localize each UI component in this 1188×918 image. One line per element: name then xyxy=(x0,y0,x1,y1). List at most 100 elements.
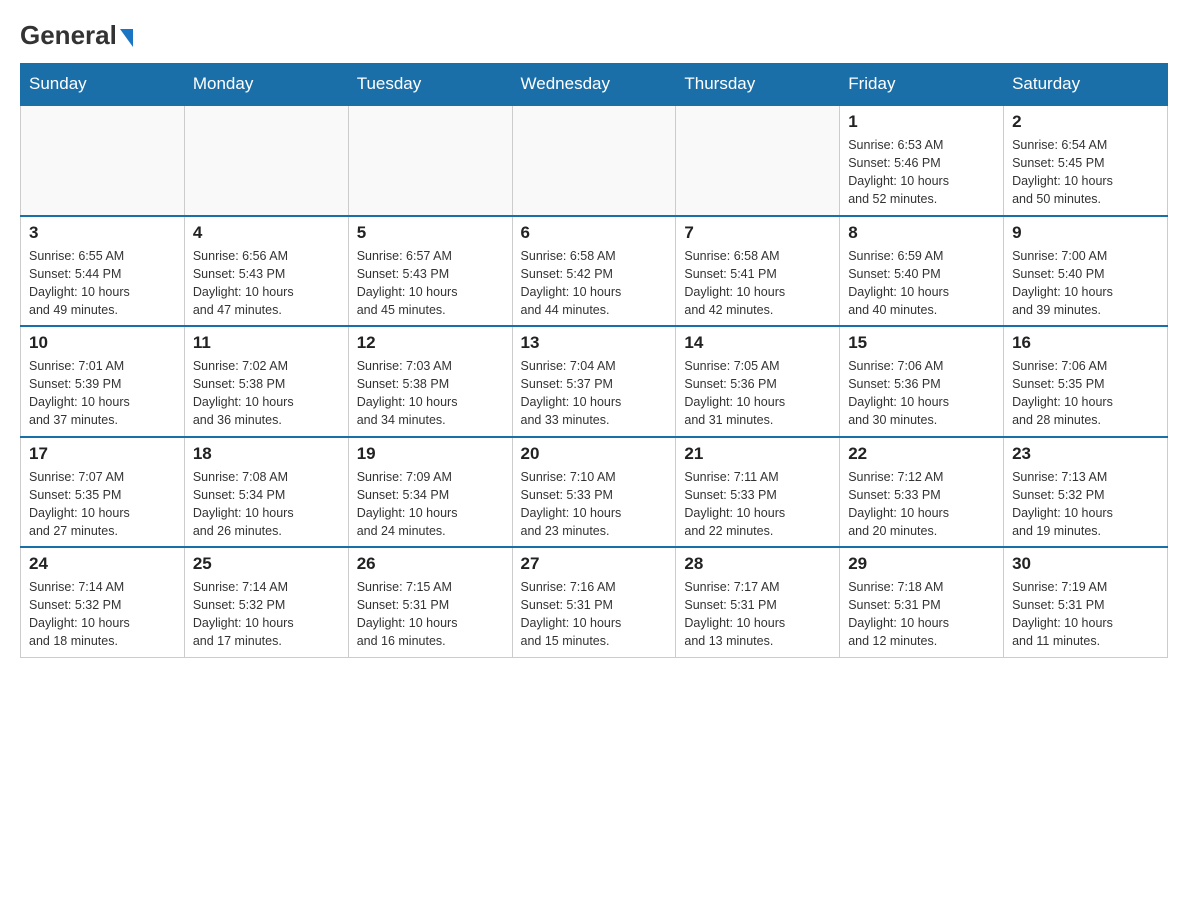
day-info: Sunrise: 7:01 AM Sunset: 5:39 PM Dayligh… xyxy=(29,357,176,430)
day-number: 21 xyxy=(684,444,831,464)
weekday-header-tuesday: Tuesday xyxy=(348,64,512,106)
week-row-1: 1Sunrise: 6:53 AM Sunset: 5:46 PM Daylig… xyxy=(21,105,1168,216)
calendar-cell xyxy=(348,105,512,216)
day-number: 18 xyxy=(193,444,340,464)
calendar-cell: 26 Sunrise: 7:15 AM Sunset: 5:31 PM Dayli… xyxy=(348,547,512,657)
day-info: Sunrise: 6:55 AM Sunset: 5:44 PM Dayligh… xyxy=(29,247,176,320)
day-number: 16 xyxy=(1012,333,1159,353)
calendar-cell: 13 Sunrise: 7:04 AM Sunset: 5:37 PM Dayli… xyxy=(512,326,676,437)
calendar-cell: 11Sunrise: 7:02 AM Sunset: 5:38 PM Dayli… xyxy=(184,326,348,437)
calendar-cell xyxy=(512,105,676,216)
calendar-cell: 25 Sunrise: 7:14 AM Sunset: 5:32 PM Dayli… xyxy=(184,547,348,657)
calendar-cell: 27 Sunrise: 7:16 AM Sunset: 5:31 PM Dayli… xyxy=(512,547,676,657)
day-number: 11 xyxy=(193,333,340,353)
calendar-cell: 18 Sunrise: 7:08 AM Sunset: 5:34 PM Dayli… xyxy=(184,437,348,548)
calendar-cell xyxy=(21,105,185,216)
calendar-cell: 6 Sunrise: 6:58 AM Sunset: 5:42 PM Daylig… xyxy=(512,216,676,327)
day-info: Sunrise: 6:59 AM Sunset: 5:40 PM Dayligh… xyxy=(848,247,995,320)
calendar-cell xyxy=(676,105,840,216)
day-info: Sunrise: 7:15 AM Sunset: 5:31 PM Dayligh… xyxy=(357,578,504,651)
calendar-cell: 10 Sunrise: 7:01 AM Sunset: 5:39 PM Dayli… xyxy=(21,326,185,437)
day-number: 28 xyxy=(684,554,831,574)
calendar-cell: 8 Sunrise: 6:59 AM Sunset: 5:40 PM Daylig… xyxy=(840,216,1004,327)
day-info: Sunrise: 6:58 AM Sunset: 5:42 PM Dayligh… xyxy=(521,247,668,320)
day-number: 13 xyxy=(521,333,668,353)
week-row-3: 10 Sunrise: 7:01 AM Sunset: 5:39 PM Dayli… xyxy=(21,326,1168,437)
day-number: 15 xyxy=(848,333,995,353)
calendar-cell: 1Sunrise: 6:53 AM Sunset: 5:46 PM Daylig… xyxy=(840,105,1004,216)
day-info: Sunrise: 7:09 AM Sunset: 5:34 PM Dayligh… xyxy=(357,468,504,541)
week-row-5: 24 Sunrise: 7:14 AM Sunset: 5:32 PM Dayli… xyxy=(21,547,1168,657)
day-number: 27 xyxy=(521,554,668,574)
day-info: Sunrise: 6:58 AM Sunset: 5:41 PM Dayligh… xyxy=(684,247,831,320)
day-number: 30 xyxy=(1012,554,1159,574)
day-info: Sunrise: 7:11 AM Sunset: 5:33 PM Dayligh… xyxy=(684,468,831,541)
day-info: Sunrise: 6:57 AM Sunset: 5:43 PM Dayligh… xyxy=(357,247,504,320)
logo-triangle-icon xyxy=(120,29,133,47)
day-info: Sunrise: 7:07 AM Sunset: 5:35 PM Dayligh… xyxy=(29,468,176,541)
calendar-table: SundayMondayTuesdayWednesdayThursdayFrid… xyxy=(20,63,1168,658)
day-info: Sunrise: 7:13 AM Sunset: 5:32 PM Dayligh… xyxy=(1012,468,1159,541)
day-info: Sunrise: 7:17 AM Sunset: 5:31 PM Dayligh… xyxy=(684,578,831,651)
day-number: 12 xyxy=(357,333,504,353)
week-row-2: 3Sunrise: 6:55 AM Sunset: 5:44 PM Daylig… xyxy=(21,216,1168,327)
calendar-cell: 4 Sunrise: 6:56 AM Sunset: 5:43 PM Daylig… xyxy=(184,216,348,327)
day-info: Sunrise: 7:18 AM Sunset: 5:31 PM Dayligh… xyxy=(848,578,995,651)
calendar-cell: 21 Sunrise: 7:11 AM Sunset: 5:33 PM Dayli… xyxy=(676,437,840,548)
day-info: Sunrise: 7:12 AM Sunset: 5:33 PM Dayligh… xyxy=(848,468,995,541)
day-number: 19 xyxy=(357,444,504,464)
day-info: Sunrise: 7:06 AM Sunset: 5:35 PM Dayligh… xyxy=(1012,357,1159,430)
day-number: 26 xyxy=(357,554,504,574)
calendar-cell: 28 Sunrise: 7:17 AM Sunset: 5:31 PM Dayli… xyxy=(676,547,840,657)
day-number: 22 xyxy=(848,444,995,464)
calendar-cell: 5 Sunrise: 6:57 AM Sunset: 5:43 PM Daylig… xyxy=(348,216,512,327)
day-info: Sunrise: 7:14 AM Sunset: 5:32 PM Dayligh… xyxy=(193,578,340,651)
day-number: 29 xyxy=(848,554,995,574)
day-info: Sunrise: 7:03 AM Sunset: 5:38 PM Dayligh… xyxy=(357,357,504,430)
calendar-cell: 22 Sunrise: 7:12 AM Sunset: 5:33 PM Dayli… xyxy=(840,437,1004,548)
day-info: Sunrise: 7:08 AM Sunset: 5:34 PM Dayligh… xyxy=(193,468,340,541)
page-header: General xyxy=(20,20,1168,47)
day-number: 8 xyxy=(848,223,995,243)
calendar-cell: 24Sunrise: 7:14 AM Sunset: 5:32 PM Dayli… xyxy=(21,547,185,657)
day-number: 14 xyxy=(684,333,831,353)
calendar-cell: 20Sunrise: 7:10 AM Sunset: 5:33 PM Dayli… xyxy=(512,437,676,548)
day-number: 4 xyxy=(193,223,340,243)
calendar-cell: 9 Sunrise: 7:00 AM Sunset: 5:40 PM Daylig… xyxy=(1004,216,1168,327)
calendar-cell: 12 Sunrise: 7:03 AM Sunset: 5:38 PM Dayli… xyxy=(348,326,512,437)
calendar-cell: 7 Sunrise: 6:58 AM Sunset: 5:41 PM Daylig… xyxy=(676,216,840,327)
weekday-header-monday: Monday xyxy=(184,64,348,106)
day-info: Sunrise: 7:16 AM Sunset: 5:31 PM Dayligh… xyxy=(521,578,668,651)
day-number: 6 xyxy=(521,223,668,243)
calendar-cell xyxy=(184,105,348,216)
weekday-header-friday: Friday xyxy=(840,64,1004,106)
day-number: 7 xyxy=(684,223,831,243)
day-number: 10 xyxy=(29,333,176,353)
day-info: Sunrise: 7:19 AM Sunset: 5:31 PM Dayligh… xyxy=(1012,578,1159,651)
day-info: Sunrise: 6:56 AM Sunset: 5:43 PM Dayligh… xyxy=(193,247,340,320)
day-number: 25 xyxy=(193,554,340,574)
day-info: Sunrise: 7:05 AM Sunset: 5:36 PM Dayligh… xyxy=(684,357,831,430)
logo: General xyxy=(20,20,133,47)
calendar-cell: 30 Sunrise: 7:19 AM Sunset: 5:31 PM Dayli… xyxy=(1004,547,1168,657)
logo-general: General xyxy=(20,20,117,51)
week-row-4: 17 Sunrise: 7:07 AM Sunset: 5:35 PM Dayli… xyxy=(21,437,1168,548)
weekday-header-saturday: Saturday xyxy=(1004,64,1168,106)
calendar-cell: 19 Sunrise: 7:09 AM Sunset: 5:34 PM Dayli… xyxy=(348,437,512,548)
day-number: 17 xyxy=(29,444,176,464)
day-number: 24 xyxy=(29,554,176,574)
day-info: Sunrise: 7:00 AM Sunset: 5:40 PM Dayligh… xyxy=(1012,247,1159,320)
weekday-header-thursday: Thursday xyxy=(676,64,840,106)
weekday-header-sunday: Sunday xyxy=(21,64,185,106)
calendar-cell: 15 Sunrise: 7:06 AM Sunset: 5:36 PM Dayli… xyxy=(840,326,1004,437)
day-number: 5 xyxy=(357,223,504,243)
day-info: Sunrise: 7:06 AM Sunset: 5:36 PM Dayligh… xyxy=(848,357,995,430)
calendar-cell: 17 Sunrise: 7:07 AM Sunset: 5:35 PM Dayli… xyxy=(21,437,185,548)
calendar-cell: 23Sunrise: 7:13 AM Sunset: 5:32 PM Dayli… xyxy=(1004,437,1168,548)
calendar-cell: 3Sunrise: 6:55 AM Sunset: 5:44 PM Daylig… xyxy=(21,216,185,327)
day-number: 9 xyxy=(1012,223,1159,243)
day-number: 2 xyxy=(1012,112,1159,132)
day-number: 20 xyxy=(521,444,668,464)
day-number: 1 xyxy=(848,112,995,132)
day-info: Sunrise: 7:04 AM Sunset: 5:37 PM Dayligh… xyxy=(521,357,668,430)
